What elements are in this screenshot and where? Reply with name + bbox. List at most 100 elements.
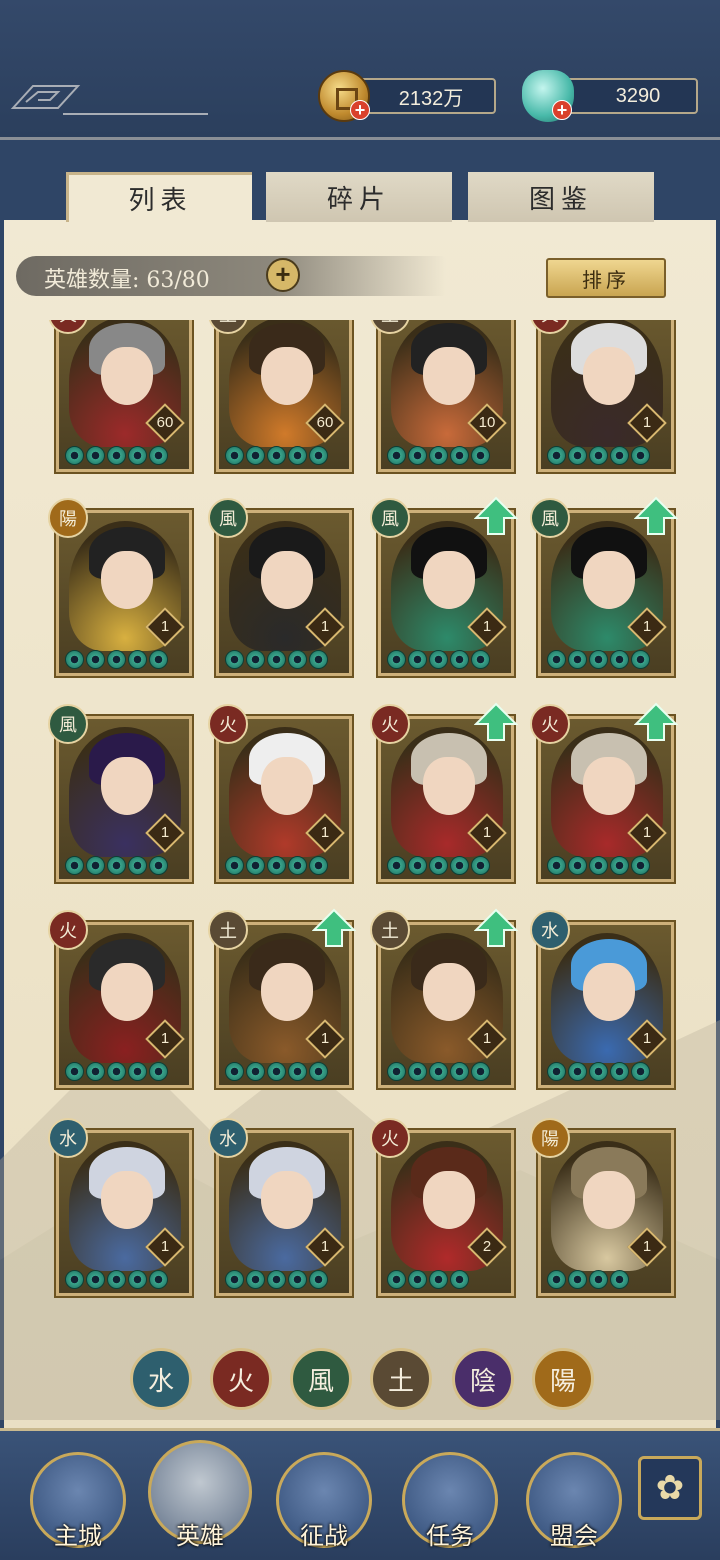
upgrade-arrow-icon (634, 702, 678, 741)
hero-star-rating (547, 856, 650, 875)
element-filter-button[interactable]: 陰 (452, 1348, 514, 1410)
star-coin-icon (225, 856, 244, 875)
star-coin-icon (568, 1270, 587, 1289)
cloud-pattern-decoration (10, 85, 208, 115)
hero-star-rating (387, 446, 490, 465)
hero-level: 2 (482, 1238, 492, 1255)
hero-level: 1 (160, 824, 170, 841)
star-coin-icon (149, 446, 168, 465)
hero-star-rating (547, 1270, 629, 1289)
hero-star-rating (387, 650, 490, 669)
star-coin-icon (387, 856, 406, 875)
hero-face (261, 1171, 313, 1229)
star-coin-icon (568, 650, 587, 669)
star-coin-icon (267, 650, 286, 669)
star-coin-icon (309, 1270, 328, 1289)
star-coin-icon (149, 650, 168, 669)
hero-card[interactable]: 1 (536, 320, 676, 474)
star-coin-icon (408, 1062, 427, 1081)
element-filter-button[interactable]: 陽 (532, 1348, 594, 1410)
upgrade-arrow-icon (634, 496, 678, 535)
hero-count-label: 英雄数量: 63/80 (44, 268, 210, 293)
star-coin-icon (450, 856, 469, 875)
add-gold-button[interactable]: + (350, 100, 370, 120)
star-coin-icon (568, 446, 587, 465)
tab-encyclopedia[interactable]: 图鉴 (468, 172, 654, 222)
star-coin-icon (450, 1270, 469, 1289)
hero-face (101, 963, 153, 1021)
hero-star-rating (387, 1270, 469, 1289)
star-coin-icon (225, 446, 244, 465)
sort-button[interactable]: 排序 (546, 258, 666, 298)
star-coin-icon (107, 856, 126, 875)
star-coin-icon (547, 856, 566, 875)
hero-face (583, 347, 635, 405)
nav-label: 主城 (54, 1522, 102, 1550)
upgrade-arrow-icon (312, 908, 356, 947)
star-coin-icon (589, 650, 608, 669)
hero-face (101, 551, 153, 609)
gold-amount: 2132万 (398, 87, 464, 110)
star-coin-icon (450, 1062, 469, 1081)
star-coin-icon (86, 856, 105, 875)
hero-card[interactable]: 60 (54, 320, 194, 474)
star-coin-icon (309, 1062, 328, 1081)
element-filter-button[interactable]: 土 (370, 1348, 432, 1410)
upgrade-arrow-icon (474, 908, 518, 947)
hero-star-rating (547, 446, 650, 465)
hero-element-badge: 水 (208, 1118, 248, 1158)
star-coin-icon (128, 650, 147, 669)
element-filter-button[interactable]: 風 (290, 1348, 352, 1410)
star-coin-icon (589, 856, 608, 875)
hero-level: 1 (320, 618, 330, 635)
star-coin-icon (450, 650, 469, 669)
star-coin-icon (267, 1062, 286, 1081)
star-coin-icon (86, 650, 105, 669)
star-coin-icon (387, 1270, 406, 1289)
tab-fragments[interactable]: 碎片 (266, 172, 452, 222)
hero-card[interactable]: 60 (214, 320, 354, 474)
star-coin-icon (149, 856, 168, 875)
star-coin-icon (610, 1062, 629, 1081)
hero-face (583, 551, 635, 609)
upgrade-arrow-icon (474, 702, 518, 741)
star-coin-icon (65, 1062, 84, 1081)
hero-element-badge: 水 (48, 1118, 88, 1158)
hero-element-badge: 火 (370, 704, 410, 744)
hero-level: 1 (642, 824, 652, 841)
hero-level: 1 (320, 1030, 330, 1047)
element-filter-button[interactable]: 火 (210, 1348, 272, 1410)
star-coin-icon (387, 1062, 406, 1081)
star-coin-icon (471, 446, 490, 465)
star-coin-icon (149, 1062, 168, 1081)
hero-level: 1 (642, 414, 652, 431)
star-coin-icon (547, 446, 566, 465)
hero-element-badge: 陽 (530, 1118, 570, 1158)
tab-encyclopedia-label: 图鉴 (528, 184, 593, 215)
hero-level: 1 (320, 824, 330, 841)
hero-star-rating (65, 446, 168, 465)
expand-hero-slots-button[interactable]: + (266, 258, 300, 292)
star-coin-icon (65, 446, 84, 465)
element-filter-button[interactable]: 水 (130, 1348, 192, 1410)
hero-card[interactable]: 10 (376, 320, 516, 474)
hero-grid: 60火60土10土1火1陽1風1風1風1風1火1火1火1火1土1土1水1水1水2… (0, 320, 720, 1320)
add-jade-button[interactable]: + (552, 100, 572, 120)
hero-star-rating (65, 650, 168, 669)
pattern-menu-icon[interactable]: ✿ (638, 1456, 702, 1520)
jade-amount: 3290 (615, 84, 661, 107)
star-coin-icon (128, 446, 147, 465)
star-coin-icon (547, 650, 566, 669)
star-coin-icon (107, 446, 126, 465)
star-coin-icon (471, 650, 490, 669)
star-coin-icon (246, 1062, 265, 1081)
hero-level: 10 (478, 414, 496, 431)
tab-list[interactable]: 列表 (66, 172, 252, 222)
hero-star-rating (225, 1270, 328, 1289)
hero-star-rating (547, 1062, 650, 1081)
star-coin-icon (429, 1062, 448, 1081)
star-coin-icon (547, 1270, 566, 1289)
star-coin-icon (631, 1062, 650, 1081)
hero-face (101, 347, 153, 405)
star-coin-icon (246, 446, 265, 465)
